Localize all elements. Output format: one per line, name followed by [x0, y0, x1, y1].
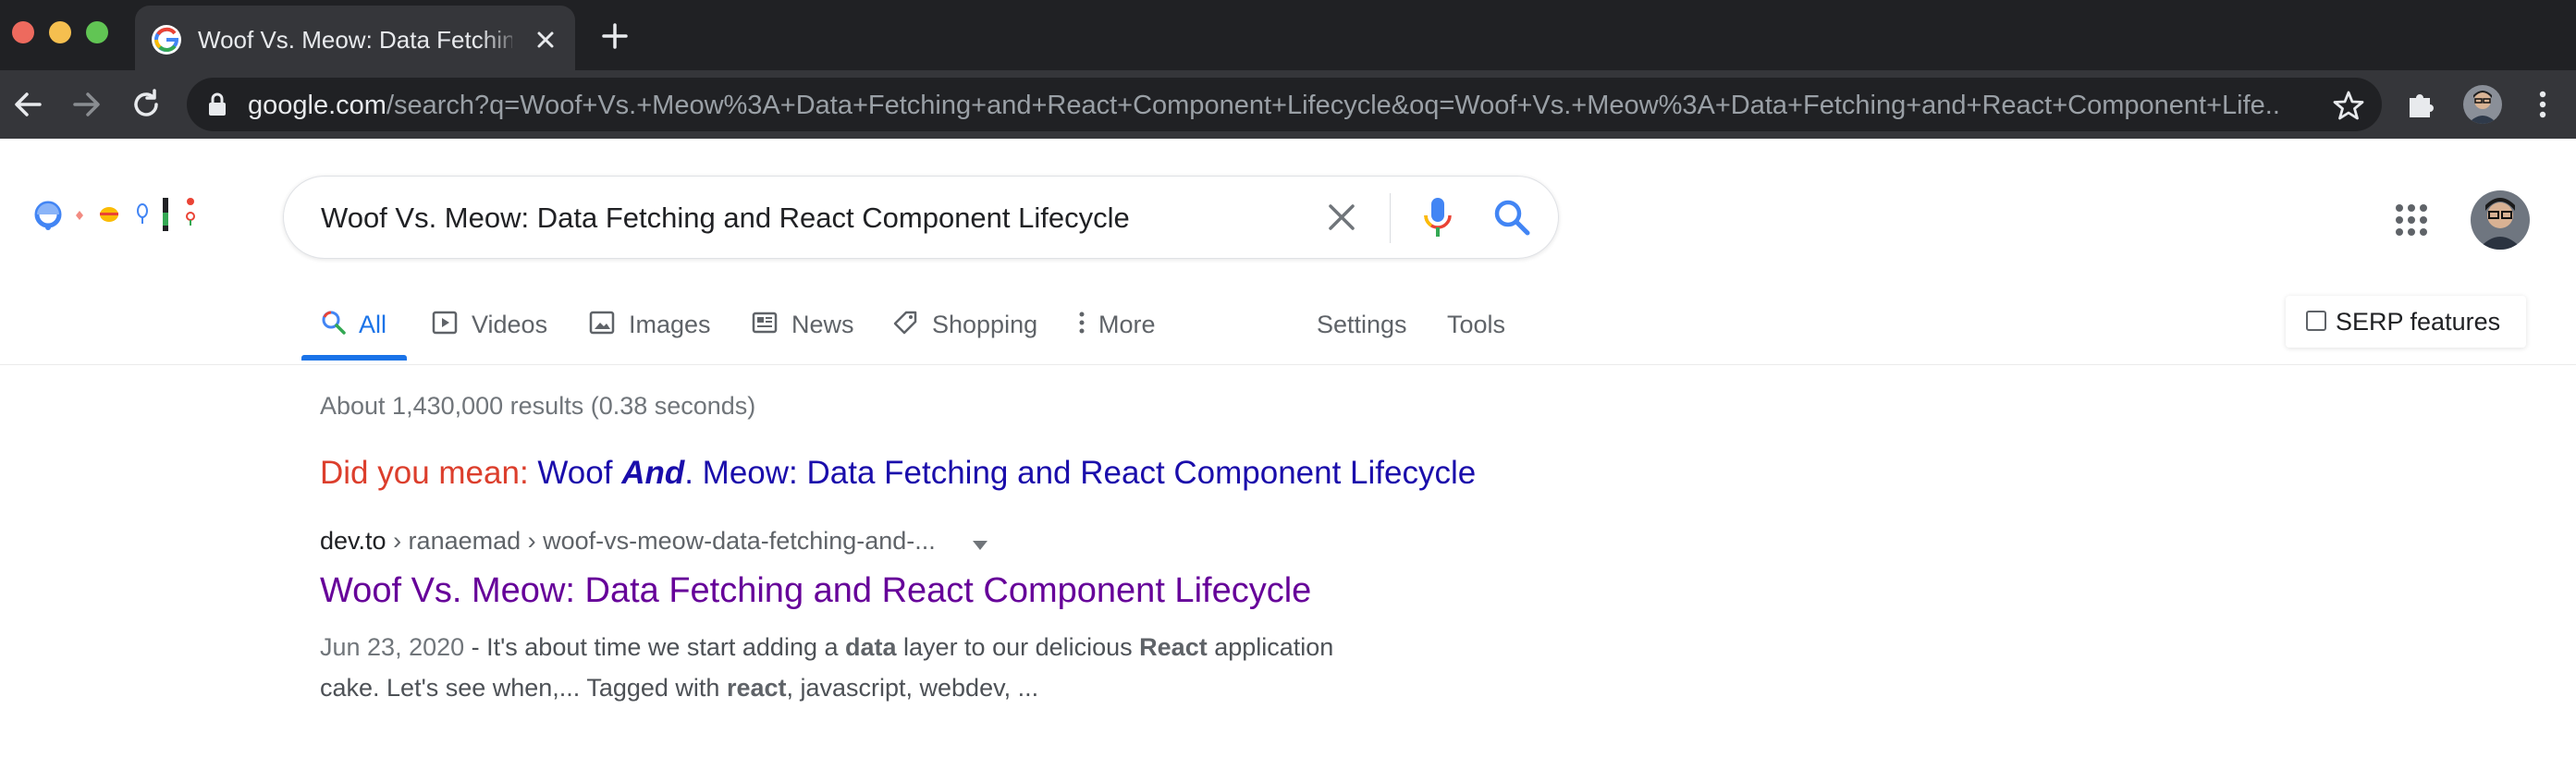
google-favicon-icon — [152, 25, 181, 55]
reload-icon[interactable] — [128, 86, 165, 123]
spelling-suggestion-link[interactable]: Woof And. Meow: Data Fetching and React … — [537, 455, 1476, 491]
url-text: google.com/search?q=Woof+Vs.+Meow%3A+Dat… — [248, 91, 2282, 120]
bookmark-star-icon[interactable] — [2332, 89, 2365, 122]
more-vertical-icon — [1073, 309, 1100, 336]
active-tab-indicator — [301, 355, 407, 361]
google-doodle-logo[interactable] — [31, 192, 216, 235]
search-icon — [320, 309, 348, 336]
result-stats: About 1,430,000 results (0.38 seconds) — [320, 392, 756, 420]
serp-features-toggle[interactable]: SERP features — [2286, 296, 2526, 348]
image-icon — [588, 309, 616, 336]
tab-title: Woof Vs. Meow: Data Fetching and React C… — [198, 26, 512, 54]
minimize-window-button[interactable] — [49, 21, 71, 43]
maximize-window-button[interactable] — [86, 21, 108, 43]
close-window-button[interactable] — [12, 21, 34, 43]
search-input[interactable]: Woof Vs. Meow: Data Fetching and React C… — [321, 202, 1130, 235]
tag-icon — [891, 309, 919, 336]
serp-features-checkbox[interactable] — [2306, 311, 2326, 331]
caret-down-icon[interactable] — [973, 538, 987, 550]
news-icon — [751, 309, 779, 336]
search-submit-icon[interactable] — [1491, 197, 1532, 238]
browser-profile-avatar[interactable] — [2463, 85, 2502, 124]
google-apps-grid-icon[interactable] — [2395, 203, 2428, 237]
close-tab-icon[interactable] — [531, 25, 560, 55]
video-icon — [431, 309, 459, 336]
serp-features-label: SERP features — [2336, 308, 2501, 336]
account-avatar[interactable] — [2471, 190, 2530, 250]
browser-tab-strip: Woof Vs. Meow: Data Fetching and React C… — [0, 0, 2576, 70]
forward-arrow-icon[interactable] — [68, 86, 105, 123]
browser-menu-icon[interactable] — [2528, 88, 2558, 121]
did-you-mean: Did you mean: Woof And. Meow: Data Fetch… — [320, 455, 1477, 491]
clear-search-icon[interactable] — [1323, 199, 1360, 236]
browser-tab[interactable]: Woof Vs. Meow: Data Fetching and React C… — [135, 6, 575, 70]
address-bar[interactable]: google.com/search?q=Woof+Vs.+Meow%3A+Dat… — [187, 78, 2382, 131]
new-tab-icon[interactable] — [599, 20, 631, 52]
search-box[interactable]: Woof Vs. Meow: Data Fetching and React C… — [283, 176, 1559, 259]
result-snippet: Jun 23, 2020 - It's about time we start … — [320, 633, 1334, 702]
result-url[interactable]: dev.to › ranaemad › woof-vs-meow-data-fe… — [320, 527, 936, 556]
lock-icon — [207, 92, 227, 116]
result-title-link[interactable]: Woof Vs. Meow: Data Fetching and React C… — [320, 571, 1311, 611]
back-arrow-icon[interactable] — [9, 86, 46, 123]
browser-toolbar: google.com/search?q=Woof+Vs.+Meow%3A+Dat… — [0, 70, 2576, 139]
microphone-icon[interactable] — [1419, 195, 1456, 241]
extensions-puzzle-icon[interactable] — [2404, 87, 2439, 122]
